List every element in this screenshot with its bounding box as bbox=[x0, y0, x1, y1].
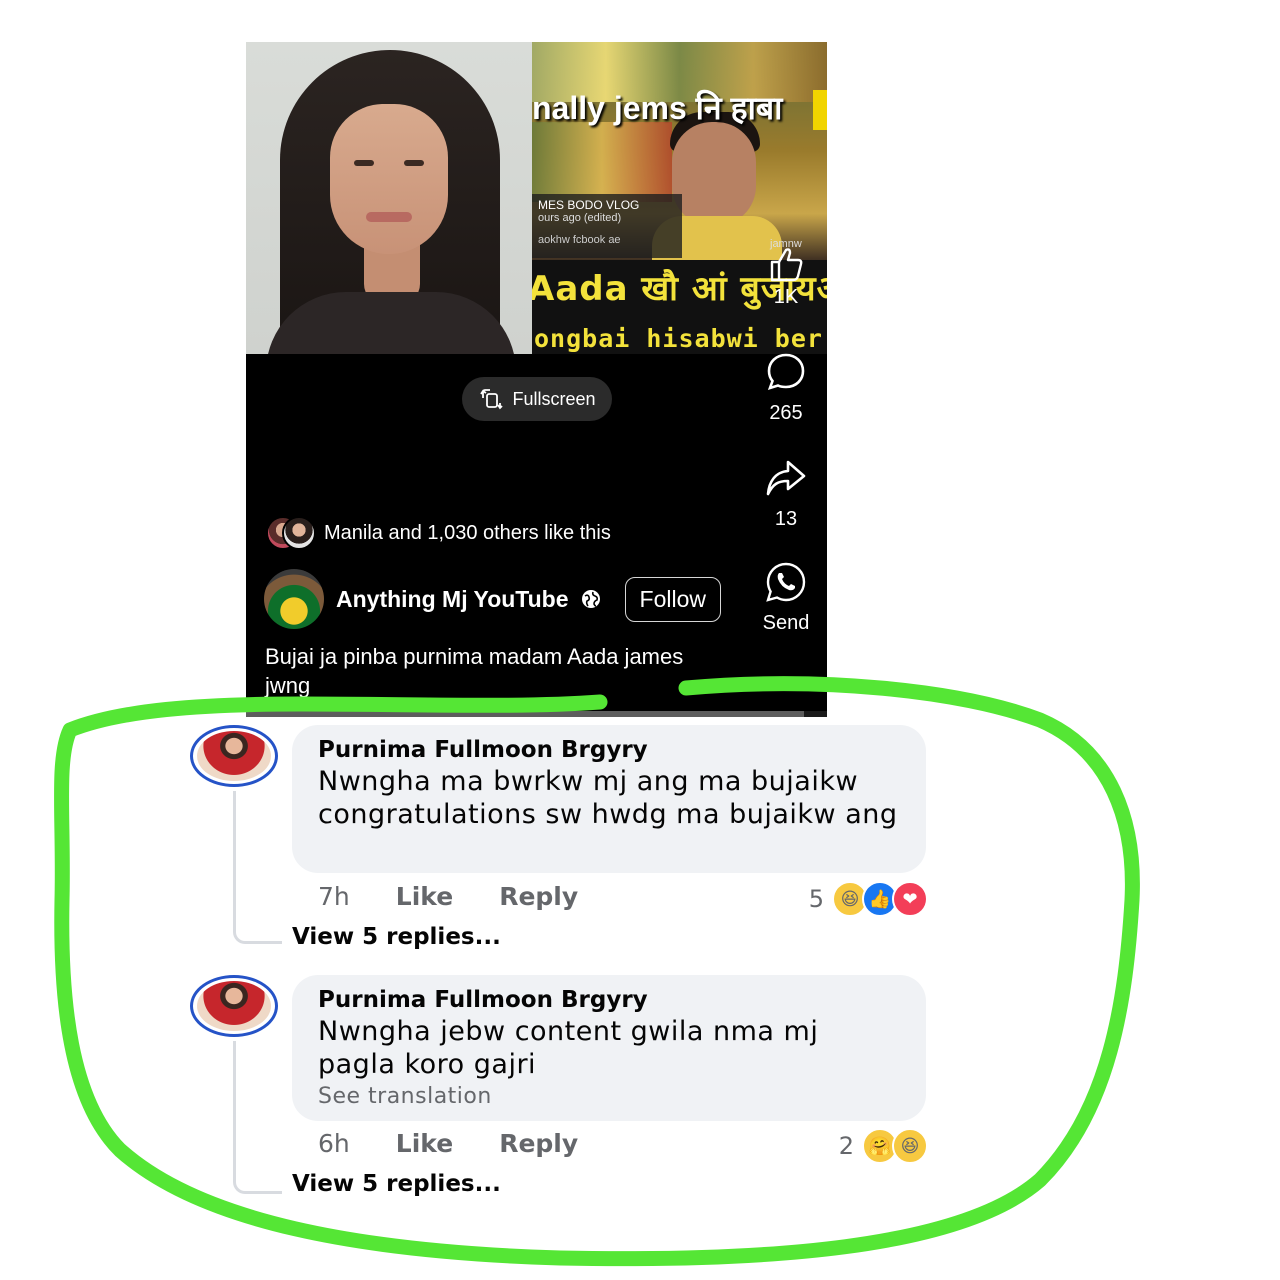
comment-count: 265 bbox=[769, 402, 803, 424]
commenter-avatar[interactable] bbox=[190, 975, 278, 1037]
comment-text: Nwngha jebw content gwila nma mj pagla k… bbox=[318, 1016, 819, 1080]
comment-time: 7h bbox=[318, 882, 350, 911]
liked-by-row[interactable]: Manila and 1,030 others like this bbox=[266, 516, 611, 550]
send-action[interactable]: Send bbox=[748, 560, 824, 635]
liked-by-text: Manila and 1,030 others like this bbox=[324, 521, 611, 544]
author-name[interactable]: Anything Mj YouTube bbox=[336, 586, 569, 613]
see-translation-link[interactable]: See translation bbox=[318, 1081, 900, 1113]
haha-reaction-icon: 😆 bbox=[892, 1128, 928, 1164]
fullscreen-label: Fullscreen bbox=[512, 388, 596, 409]
commenter-avatar[interactable] bbox=[190, 725, 278, 787]
video-progress-fill bbox=[246, 711, 804, 717]
share-count: 13 bbox=[774, 508, 798, 530]
view-replies-link[interactable]: View 5 replies... bbox=[292, 1171, 501, 1197]
reaction-count: 2 bbox=[838, 1132, 854, 1160]
reaction-count: 5 bbox=[808, 885, 824, 913]
commenter-name[interactable]: Purnima Fullmoon Brgyry bbox=[318, 735, 900, 765]
comment-meta: 6h Like Reply bbox=[318, 1129, 578, 1158]
like-count: 1K bbox=[773, 286, 799, 308]
fullscreen-button[interactable]: Fullscreen bbox=[462, 377, 612, 421]
thumbnail-time: ours ago (edited) bbox=[538, 212, 622, 224]
thumbnail-channel-box: MES BODO VLOG ours ago (edited) aokhw fc… bbox=[532, 194, 682, 258]
comment-icon bbox=[767, 353, 805, 391]
thread-line bbox=[233, 1041, 282, 1194]
reel-caption[interactable]: Bujai ja pinba purnima madam Aada james … bbox=[265, 642, 685, 700]
reel-video-left-frame bbox=[246, 42, 532, 354]
send-label: Send bbox=[762, 612, 810, 634]
author-avatar[interactable] bbox=[264, 569, 324, 629]
comment-like-button[interactable]: Like bbox=[396, 1129, 453, 1158]
comment-text: Nwngha ma bwrkw mj ang ma bujaikw congra… bbox=[318, 766, 898, 830]
like-action[interactable]: 1K bbox=[748, 242, 824, 309]
fullscreen-icon bbox=[480, 389, 504, 410]
comment-bubble[interactable]: Purnima Fullmoon Brgyry Nwngha jebw cont… bbox=[292, 975, 926, 1121]
comment-reply-button[interactable]: Reply bbox=[499, 1129, 578, 1158]
comment-like-button[interactable]: Like bbox=[396, 882, 453, 911]
comment-action[interactable]: 265 bbox=[748, 350, 824, 425]
video-progress-bar[interactable] bbox=[246, 711, 827, 717]
thumbnail-title: nally jems नि हाबा bbox=[532, 90, 783, 126]
share-action[interactable]: 13 bbox=[748, 456, 824, 531]
comment-reply-button[interactable]: Reply bbox=[499, 882, 578, 911]
thumbs-up-icon bbox=[770, 248, 803, 282]
globe-icon bbox=[581, 590, 600, 608]
liker-avatar bbox=[282, 516, 316, 550]
author-row: Anything Mj YouTube Follow bbox=[264, 569, 721, 629]
love-reaction-icon: ❤ bbox=[892, 881, 928, 917]
comment-time: 6h bbox=[318, 1129, 350, 1158]
comment-reactions[interactable]: 5 😆 👍 ❤ bbox=[809, 881, 928, 917]
thread-line bbox=[233, 791, 282, 944]
comment-bubble[interactable]: Purnima Fullmoon Brgyry Nwngha ma bwrkw … bbox=[292, 725, 926, 873]
thumbnail-cut-text: aokhw fcbook ae bbox=[538, 234, 621, 246]
comment-meta: 7h Like Reply bbox=[318, 882, 578, 911]
reel-player[interactable]: nally jems नि हाबा MES BODO VLOG ours ag… bbox=[246, 42, 827, 717]
whatsapp-icon bbox=[766, 562, 806, 602]
follow-button[interactable]: Follow bbox=[624, 576, 721, 622]
share-icon bbox=[766, 460, 806, 496]
comment-reactions[interactable]: 2 🤗 😆 bbox=[839, 1128, 928, 1164]
thumbnail-channel: MES BODO VLOG bbox=[538, 198, 640, 212]
commenter-name[interactable]: Purnima Fullmoon Brgyry bbox=[318, 985, 900, 1015]
thumbnail-badge bbox=[813, 90, 827, 130]
thumbnail-line-2: ongbai hisabwi ber bbox=[534, 324, 823, 353]
view-replies-link[interactable]: View 5 replies... bbox=[292, 924, 501, 950]
